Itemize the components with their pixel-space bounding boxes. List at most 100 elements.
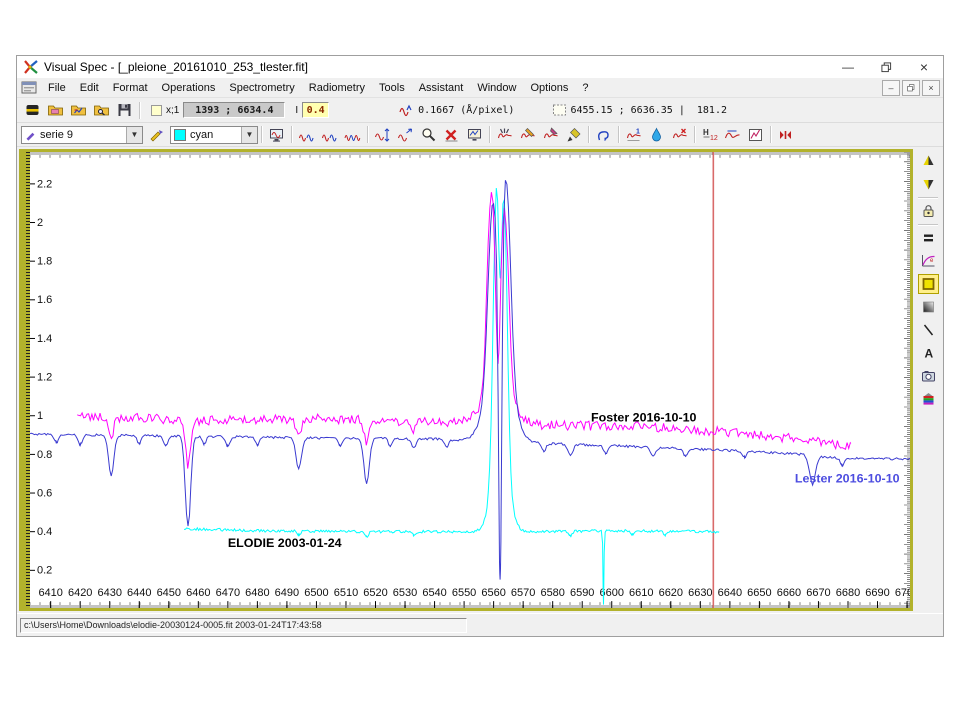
restore-button[interactable] [867, 56, 905, 78]
gradient-button[interactable] [918, 297, 939, 317]
spectrum-chart[interactable]: 6410642064306440645064606470648064906500… [30, 152, 910, 608]
scroll-down-button[interactable] [918, 174, 939, 194]
search-file-button[interactable] [90, 100, 113, 120]
smooth-profile-button[interactable] [721, 125, 744, 145]
red-x-icon [443, 127, 460, 143]
crop-profile-button[interactable] [493, 125, 516, 145]
minimize-button[interactable]: — [829, 56, 867, 78]
menu-options[interactable]: Options [523, 80, 575, 96]
heliocentric-button[interactable]: H12 [698, 125, 721, 145]
equals-icon [920, 230, 937, 246]
separator [770, 126, 771, 143]
delete-profile-button[interactable] [668, 125, 691, 145]
menu-radiometry[interactable]: Radiometry [302, 80, 372, 96]
lock-icon [920, 203, 937, 219]
erase-button[interactable] [440, 125, 463, 145]
log-scale-button[interactable]: e [918, 251, 939, 271]
save-button[interactable] [113, 100, 136, 120]
x-tick-label: 6410 [38, 587, 62, 599]
restore-icon [881, 62, 892, 73]
display-reference-button[interactable] [463, 125, 486, 145]
open-profile-button[interactable] [67, 100, 90, 120]
color-select-value: cyan [190, 129, 213, 141]
hook-icon [595, 127, 612, 143]
series-select[interactable]: serie 9 ▼ [21, 126, 143, 144]
colorize-profile-button[interactable] [562, 125, 585, 145]
color-select[interactable]: cyan ▼ [170, 126, 258, 144]
frame-icon [920, 276, 937, 292]
line-tool-button[interactable] [918, 320, 939, 340]
scroll-up-button[interactable] [918, 151, 939, 171]
rescale-button[interactable] [394, 125, 417, 145]
zoom-button[interactable] [417, 125, 440, 145]
overlay-two-profiles-button[interactable] [295, 125, 318, 145]
x-tick-label: 6540 [422, 587, 446, 599]
autoscale-button[interactable] [371, 125, 394, 145]
y-tick-label: 2 [37, 217, 43, 229]
animate-button[interactable] [774, 125, 797, 145]
y-tick-label: 1.6 [37, 294, 52, 306]
edit-profile-button[interactable] [539, 125, 562, 145]
menu-tools[interactable]: Tools [372, 80, 412, 96]
frame-button[interactable] [918, 274, 939, 294]
x-tick-label: 6660 [777, 587, 801, 599]
menu-spectrometry[interactable]: Spectrometry [222, 80, 301, 96]
menu-help[interactable]: ? [575, 80, 595, 96]
backslash-icon [920, 322, 937, 338]
chevron-down-icon[interactable]: ▼ [126, 127, 142, 143]
wave-x-icon [671, 127, 688, 143]
visual-spec-window: Visual Spec - [_pleione_20161010_253_tle… [16, 55, 944, 637]
divide-profile-button[interactable] [516, 125, 539, 145]
axis-ruler-ticks [30, 152, 910, 608]
separator [694, 126, 695, 143]
equalize-button[interactable] [918, 228, 939, 248]
svg-text:12: 12 [710, 135, 718, 142]
y-tick-label: 1.8 [37, 256, 52, 268]
menu-format[interactable]: Format [106, 80, 155, 96]
mdi-restore-button[interactable] [902, 80, 920, 96]
wave-triple-icon [344, 127, 361, 143]
annotation-elodie-2003-01-24: ELODIE 2003-01-24 [228, 536, 342, 550]
brush-icon [565, 127, 582, 143]
profile-database-button[interactable] [21, 100, 44, 120]
menu-assistant[interactable]: Assistant [412, 80, 471, 96]
open-image-button[interactable] [44, 100, 67, 120]
mdi-minimize-button[interactable]: – [882, 80, 900, 96]
y-tick-label: 0.2 [37, 565, 52, 577]
menu-operations[interactable]: Operations [155, 80, 223, 96]
overlay-all-profiles-button[interactable] [341, 125, 364, 145]
y-tick-label: 2.2 [37, 178, 52, 190]
normalize-button[interactable]: 1 [622, 125, 645, 145]
spectrum-foster-2016-10-10 [77, 192, 851, 468]
folder-chart-icon [70, 102, 87, 118]
overlay-profiles-button[interactable] [318, 125, 341, 145]
spectra-table-button[interactable] [265, 125, 288, 145]
palette-button[interactable] [918, 389, 939, 409]
water-vapor-button[interactable] [645, 125, 668, 145]
x-tick-label: 6640 [718, 587, 742, 599]
separator [367, 126, 368, 143]
plot-frame: 6410642064306440645064606470648064906500… [19, 149, 913, 611]
mdi-close-button[interactable]: × [922, 80, 940, 96]
text-tool-button[interactable]: A [918, 343, 939, 363]
close-button[interactable]: × [905, 56, 943, 78]
window-title: Visual Spec - [_pleione_20161010_253_tle… [44, 60, 308, 74]
menu-window[interactable]: Window [470, 80, 523, 96]
menu-file[interactable]: File [41, 80, 73, 96]
export-chart-button[interactable] [744, 125, 767, 145]
chart-box-icon [747, 127, 764, 143]
coord-mode-checkbox[interactable] [151, 105, 162, 116]
snapshot-button[interactable] [918, 366, 939, 386]
x-tick-label: 6610 [629, 587, 653, 599]
y-tick-label: 0.6 [37, 488, 52, 500]
x-tick-label: 6570 [511, 587, 535, 599]
copy-profile-button[interactable] [592, 125, 615, 145]
plot-area: 6410642064306440645064606470648064906500… [17, 147, 943, 613]
chevron-down-icon[interactable]: ▼ [241, 127, 257, 143]
apply-color-button[interactable] [145, 125, 168, 145]
menu-edit[interactable]: Edit [73, 80, 106, 96]
claw-wave-icon [496, 127, 513, 143]
monitor-icon [268, 127, 285, 143]
lock-button[interactable] [918, 201, 939, 221]
status-file-info: c:\Users\Home\Downloads\elodie-20030124-… [20, 618, 467, 633]
